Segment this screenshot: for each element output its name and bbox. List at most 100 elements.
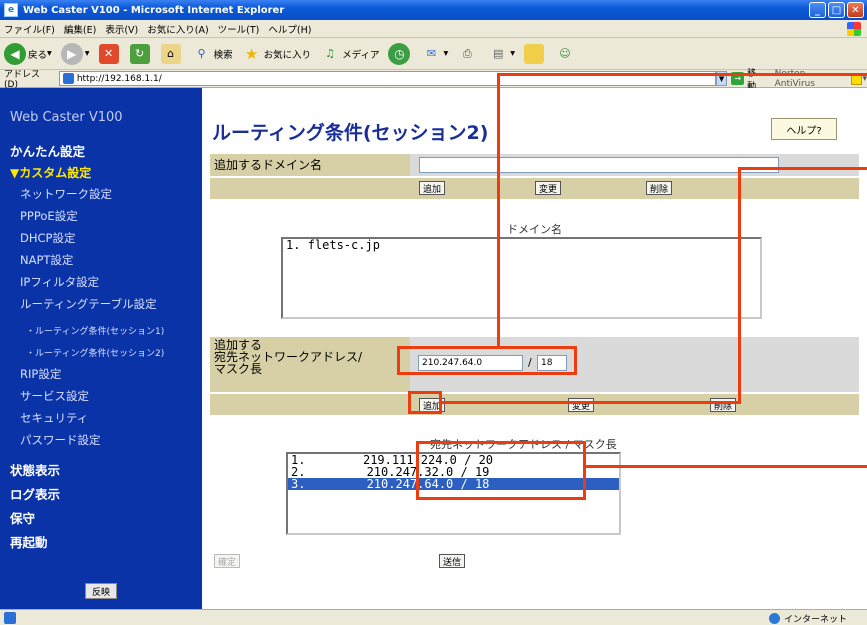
- window-title-bar: e Web Caster V100 - Microsoft Internet E…: [0, 0, 867, 20]
- menu-file[interactable]: ファイル(F): [4, 22, 55, 36]
- menu-help[interactable]: ヘルプ(H): [268, 22, 311, 36]
- sidebar-item-ip-filter[interactable]: IPフィルタ設定: [20, 274, 99, 290]
- back-label: 戻る: [28, 49, 48, 61]
- sidebar-item-routing-session1[interactable]: ・ルーティング条件(セッション1): [26, 324, 164, 337]
- annotation-box-routes: [416, 441, 586, 500]
- domain-listbox[interactable]: 1. flets-c.jp: [281, 237, 762, 319]
- norton-label: Norton AntiVirus: [774, 69, 816, 89]
- domain-delete-button[interactable]: 削除: [646, 181, 672, 195]
- sidebar-item-service[interactable]: サービス設定: [20, 388, 89, 404]
- media-button[interactable]: ♫ メディア: [320, 44, 379, 64]
- annotation-box-address: [397, 346, 577, 375]
- security-zone: インターネット: [768, 612, 847, 625]
- sidebar-item-rip[interactable]: RIP設定: [20, 366, 61, 382]
- messenger-button[interactable]: ☺: [555, 44, 577, 64]
- annotation-line: [738, 167, 741, 402]
- sidebar-item-network[interactable]: ネットワーク設定: [20, 186, 112, 202]
- domain-list-num: 1.: [286, 238, 301, 252]
- back-arrow-icon: ◀: [4, 42, 26, 65]
- close-button[interactable]: ✕: [847, 2, 864, 18]
- minimize-button[interactable]: _: [809, 2, 826, 18]
- edit-icon: ▤: [493, 47, 504, 60]
- domain-change-button[interactable]: 変更: [535, 181, 561, 195]
- sidebar-item-status[interactable]: 状態表示: [10, 460, 60, 479]
- forward-arrow-icon: ▶: [60, 42, 83, 65]
- maximize-button[interactable]: □: [828, 2, 845, 18]
- menu-tools[interactable]: ツール(T): [218, 22, 260, 36]
- print-icon: ⎙: [462, 46, 472, 60]
- domain-label: 追加するドメイン名: [210, 154, 410, 176]
- send-button[interactable]: 送信: [439, 554, 465, 568]
- globe-icon: [768, 613, 780, 624]
- status-bar: インターネット: [0, 609, 867, 625]
- refresh-button[interactable]: ↻: [129, 43, 152, 64]
- menu-edit[interactable]: 編集(E): [64, 22, 96, 36]
- network-label: 追加する 宛先ネットワークアドレス/ マスク長: [210, 337, 410, 392]
- menu-favorites[interactable]: お気に入り(A): [147, 22, 208, 36]
- media-icon: ♫: [325, 47, 336, 60]
- sidebar-item-dhcp[interactable]: DHCP設定: [20, 230, 75, 246]
- search-icon: ⚲: [197, 47, 206, 60]
- annotation-box-add: [408, 391, 442, 414]
- menu-bar: ファイル(F) 編集(E) 表示(V) お気に入り(A) ツール(T) ヘルプ(…: [0, 20, 867, 38]
- stop-button[interactable]: ✕: [98, 43, 121, 64]
- apply-button[interactable]: 反映: [85, 583, 117, 599]
- domain-input[interactable]: [419, 157, 779, 173]
- sidebar-item-password[interactable]: パスワード設定: [20, 432, 101, 448]
- sidebar-item-routing-table[interactable]: ルーティングテーブル設定: [20, 296, 157, 312]
- sidebar-item-napt[interactable]: NAPT設定: [20, 252, 73, 268]
- annotation-line: [497, 73, 500, 346]
- favorites-button[interactable]: ★ お気に入り: [242, 44, 312, 64]
- sidebar-item-custom-setup[interactable]: ▼カスタム設定: [10, 164, 91, 181]
- sidebar-item-log[interactable]: ログ表示: [10, 484, 60, 503]
- annotation-line: [497, 73, 867, 76]
- mail-button[interactable]: ✉ ▾: [421, 44, 448, 64]
- window-title: Web Caster V100 - Microsoft Internet Exp…: [23, 4, 285, 16]
- print-button[interactable]: ⎙: [457, 44, 479, 64]
- domain-button-row: 追加 変更 削除: [210, 178, 859, 199]
- annotation-line: [586, 465, 867, 468]
- sidebar-item-reboot[interactable]: 再起動: [10, 532, 48, 551]
- route-list-num: 3.: [291, 477, 306, 491]
- page-status-icon: [4, 611, 16, 624]
- media-label: メディア: [342, 49, 380, 61]
- sidebar-item-easy-setup[interactable]: かんたん設定: [10, 141, 85, 160]
- sidebar-item-security[interactable]: セキュリティ: [20, 410, 88, 426]
- annotation-line: [442, 401, 741, 404]
- mail-icon: ✉: [426, 47, 437, 60]
- sidebar: Web Caster V100 かんたん設定 ▼カスタム設定 ネットワーク設定 …: [0, 88, 202, 609]
- home-button[interactable]: ⌂: [160, 43, 183, 64]
- list-item[interactable]: 1. flets-c.jp: [283, 239, 760, 251]
- confirm-button[interactable]: 確定: [214, 554, 240, 568]
- domain-add-button[interactable]: 追加: [419, 181, 445, 195]
- folder-icon: [524, 43, 545, 64]
- route-button-row: 追加 変更 削除: [210, 394, 859, 415]
- edit-button[interactable]: ▤ ▾: [488, 44, 515, 64]
- domain-value-cell: [410, 154, 859, 176]
- back-button[interactable]: ◀ 戻る ▾: [4, 42, 52, 65]
- messenger-icon: ☺: [559, 47, 571, 60]
- zone-label: インターネット: [783, 615, 847, 625]
- menu-view[interactable]: 表示(V): [105, 22, 138, 36]
- folder-button[interactable]: [524, 43, 546, 64]
- favorites-label: お気に入り: [263, 49, 312, 61]
- domain-list-caption: ドメイン名: [507, 223, 562, 236]
- sidebar-item-maintenance[interactable]: 保守: [10, 508, 35, 527]
- main-content: ルーティング条件(セッション2) ヘルプ? 追加するドメイン名 追加 変更 削除…: [202, 73, 867, 609]
- address-label: アドレス(D): [4, 70, 41, 90]
- windows-logo-icon: [847, 22, 861, 36]
- forward-button[interactable]: ▶ ▾: [60, 42, 90, 65]
- page-title: ルーティング条件(セッション2): [212, 122, 489, 144]
- page-icon: [62, 73, 74, 84]
- search-label: 検索: [213, 49, 233, 61]
- norton-antivirus[interactable]: Norton AntiVirus ▾: [775, 69, 867, 89]
- history-button[interactable]: ◷: [388, 42, 412, 65]
- sidebar-app-title: Web Caster V100: [10, 110, 123, 125]
- annotation-line: [738, 167, 867, 170]
- sidebar-item-routing-session2[interactable]: ・ルーティング条件(セッション2): [26, 346, 164, 359]
- sidebar-item-pppoe[interactable]: PPPoE設定: [20, 208, 78, 224]
- ie-app-icon: e: [4, 3, 18, 17]
- refresh-icon: ↻: [129, 43, 150, 64]
- search-button[interactable]: ⚲ 検索: [192, 44, 233, 64]
- help-button[interactable]: ヘルプ?: [771, 118, 837, 140]
